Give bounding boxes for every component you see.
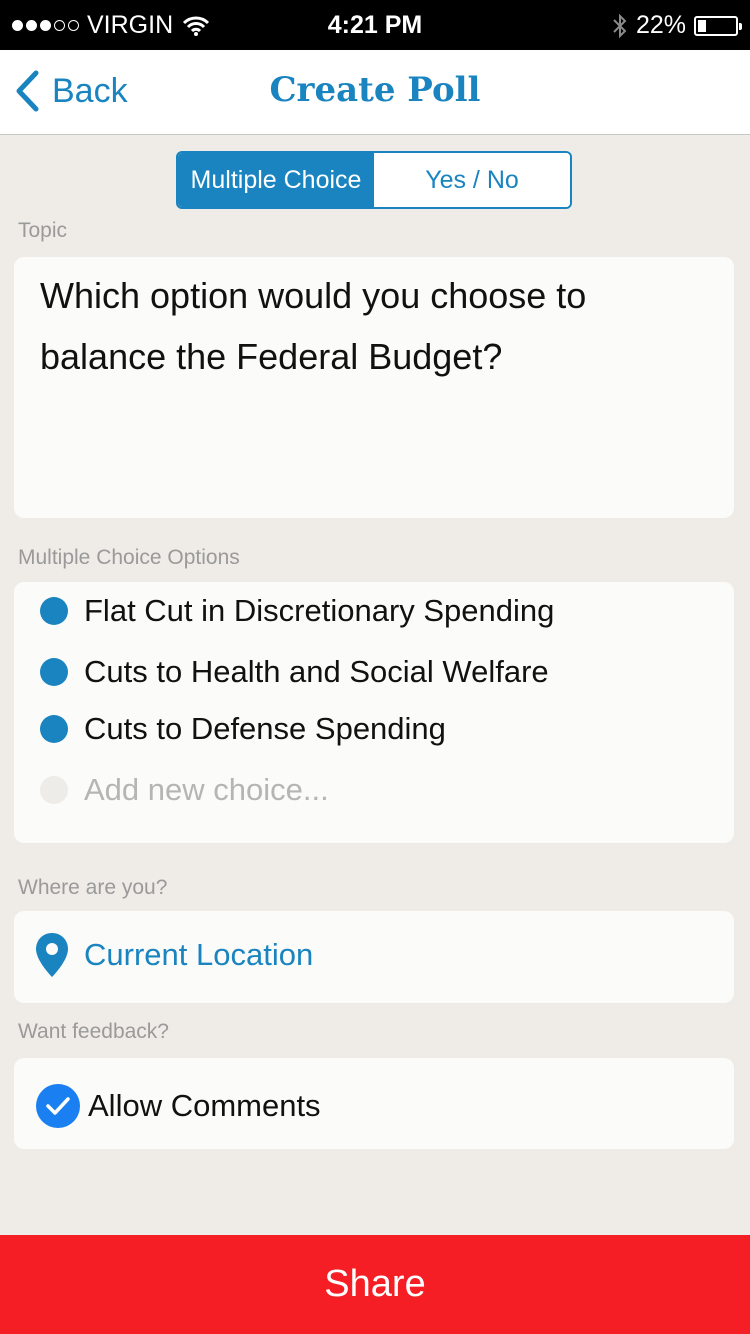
battery-fill (698, 19, 706, 32)
navigation-bar: Back Create Poll (0, 50, 750, 135)
battery-percent: 22% (635, 11, 686, 39)
page-title: Create Poll (269, 70, 481, 110)
add-choice-placeholder: Add new choice... (84, 772, 329, 807)
topic-label: Topic (18, 219, 68, 242)
bullet-icon (40, 597, 68, 625)
status-bar: VIRGIN 4:21 PM 22% (0, 0, 750, 50)
choice-item[interactable]: Flat Cut in Discretionary Spending (40, 593, 554, 629)
choice-item[interactable]: Cuts to Health and Social Welfare (40, 654, 549, 690)
allow-comments-checkbox[interactable]: Allow Comments (36, 1084, 321, 1128)
share-button[interactable]: Share (0, 1235, 750, 1334)
choice-item[interactable]: Cuts to Defense Spending (40, 711, 446, 747)
options-label: Multiple Choice Options (18, 546, 240, 569)
feedback-label: Want feedback? (18, 1020, 169, 1043)
choice-label: Flat Cut in Discretionary Spending (84, 593, 555, 628)
allow-comments-label: Allow Comments (88, 1088, 321, 1123)
topic-input[interactable]: Which option would you choose to balance… (14, 257, 734, 518)
options-card: Flat Cut in Discretionary Spending Cuts … (14, 582, 734, 843)
current-location-button[interactable]: Current Location (34, 931, 313, 979)
bluetooth-icon (612, 13, 628, 39)
bullet-icon (40, 715, 68, 743)
checkmark-icon (36, 1084, 80, 1128)
add-choice-input[interactable]: Add new choice... (40, 772, 329, 808)
bullet-icon (40, 776, 68, 804)
location-label: Where are you? (18, 876, 168, 899)
battery-icon (694, 15, 742, 36)
segment-yes-no[interactable]: Yes / No (374, 153, 570, 207)
status-right: 22% (612, 11, 742, 40)
location-card[interactable]: Current Location (14, 911, 734, 1003)
topic-text: Which option would you choose to balance… (40, 275, 587, 377)
feedback-card: Allow Comments (14, 1058, 734, 1149)
choice-label: Cuts to Defense Spending (84, 711, 446, 746)
segment-multiple-choice[interactable]: Multiple Choice (178, 153, 374, 207)
choice-label: Cuts to Health and Social Welfare (84, 654, 549, 689)
location-pin-icon (36, 933, 68, 977)
current-location-label: Current Location (84, 937, 314, 972)
poll-type-segmented-control: Multiple Choice Yes / No (176, 151, 572, 209)
bullet-icon (40, 658, 68, 686)
